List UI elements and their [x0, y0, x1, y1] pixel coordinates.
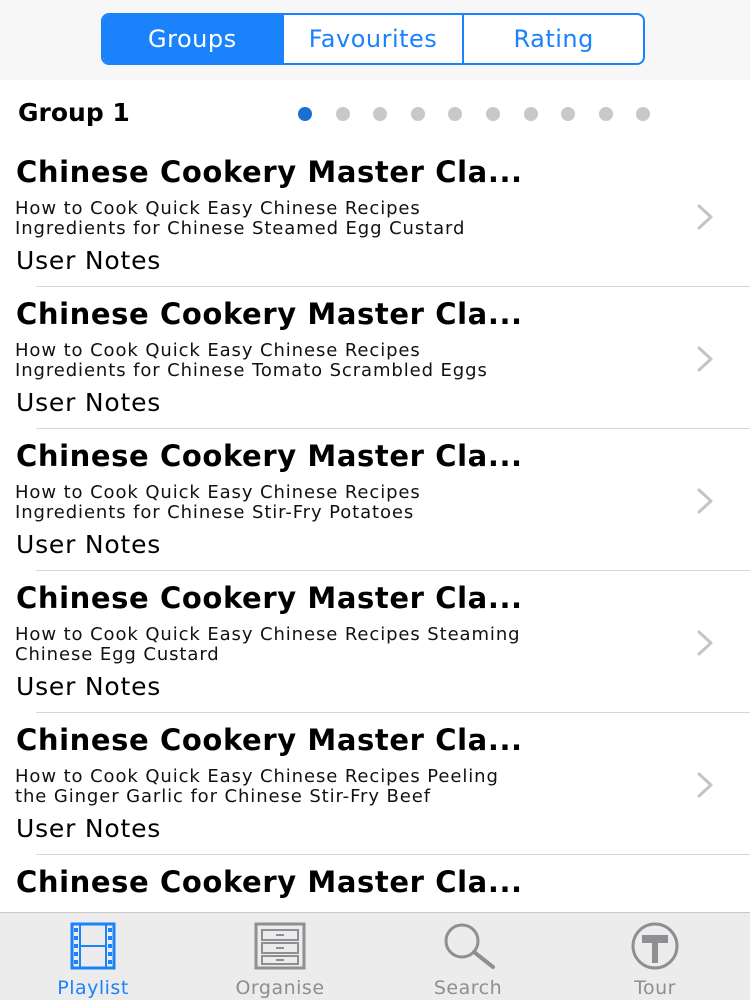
tab-tour[interactable]: Tour — [580, 913, 730, 1001]
list-item[interactable]: Chinese Cookery Master Cla... How to Coo… — [0, 145, 750, 287]
tab-organise[interactable]: Organise — [205, 913, 355, 1001]
tab-bar: Playlist Organise Search Tour — [0, 912, 750, 1000]
page-dot[interactable] — [561, 107, 576, 121]
group-header: Group 1 — [0, 80, 750, 145]
tab-label: Playlist — [57, 977, 129, 999]
hammer-icon — [631, 922, 679, 970]
segmented-control: Groups Favourites Rating — [101, 13, 645, 65]
page-dot[interactable] — [523, 107, 538, 121]
row-notes: User Notes — [16, 246, 162, 275]
tab-label: Search — [433, 977, 503, 999]
list-item[interactable]: Chinese Cookery Master Cla... How to Coo… — [0, 429, 750, 571]
row-subtitle: How to Cook Quick Easy Chinese Recipes I… — [15, 340, 488, 381]
row-notes: User Notes — [16, 530, 162, 559]
page-dot[interactable] — [448, 107, 463, 121]
row-title: Chinese Cookery Master Cla... — [16, 723, 523, 757]
row-title: Chinese Cookery Master Cla... — [16, 155, 523, 189]
tab-playlist[interactable]: Playlist — [18, 913, 168, 1001]
segment-rating[interactable]: Rating — [462, 15, 643, 63]
row-subtitle: How to Cook Quick Easy Chinese Recipes S… — [15, 624, 521, 665]
row-title: Chinese Cookery Master Cla... — [16, 439, 523, 473]
page-dot[interactable] — [598, 107, 613, 121]
row-title: Chinese Cookery Master Cla... — [16, 297, 523, 331]
chevron-right-icon — [697, 630, 713, 656]
list-item[interactable]: Chinese Cookery Master Cla... How to Coo… — [0, 287, 750, 429]
list-item[interactable]: Chinese Cookery Master Cla... How to Coo… — [0, 713, 750, 855]
page-control[interactable] — [298, 107, 651, 121]
page-dot[interactable] — [410, 107, 425, 121]
page-dot[interactable] — [485, 107, 500, 121]
page-dot[interactable] — [298, 107, 312, 121]
list-item[interactable]: Chinese Cookery Master Cla... How to Coo… — [0, 571, 750, 713]
top-bar: Groups Favourites Rating — [0, 0, 750, 80]
chevron-right-icon — [697, 204, 713, 230]
row-notes: User Notes — [16, 672, 162, 701]
film-icon — [70, 922, 116, 970]
page-dot[interactable] — [335, 107, 350, 121]
chevron-right-icon — [697, 346, 713, 372]
magnifier-icon — [444, 923, 495, 969]
cabinet-icon — [254, 922, 306, 970]
row-title: Chinese Cookery Master Cla... — [16, 865, 523, 899]
tab-label: Tour — [634, 977, 676, 999]
group-title: Group 1 — [18, 98, 130, 127]
row-subtitle: How to Cook Quick Easy Chinese Recipes P… — [15, 766, 499, 807]
row-notes: User Notes — [16, 814, 162, 843]
page-dot[interactable] — [373, 107, 388, 121]
row-notes: User Notes — [16, 388, 162, 417]
segment-groups[interactable]: Groups — [103, 15, 282, 63]
chevron-right-icon — [697, 772, 713, 798]
row-title: Chinese Cookery Master Cla... — [16, 581, 523, 615]
chevron-right-icon — [697, 488, 713, 514]
row-subtitle: How to Cook Quick Easy Chinese Recipes I… — [15, 198, 466, 239]
row-subtitle: How to Cook Quick Easy Chinese Recipes I… — [15, 482, 421, 523]
segment-favourites[interactable]: Favourites — [281, 15, 463, 63]
page-dot[interactable] — [636, 107, 651, 121]
tab-label: Organise — [235, 977, 325, 999]
tab-search[interactable]: Search — [393, 913, 543, 1001]
playlist-list: Chinese Cookery Master Cla... How to Coo… — [0, 145, 750, 997]
